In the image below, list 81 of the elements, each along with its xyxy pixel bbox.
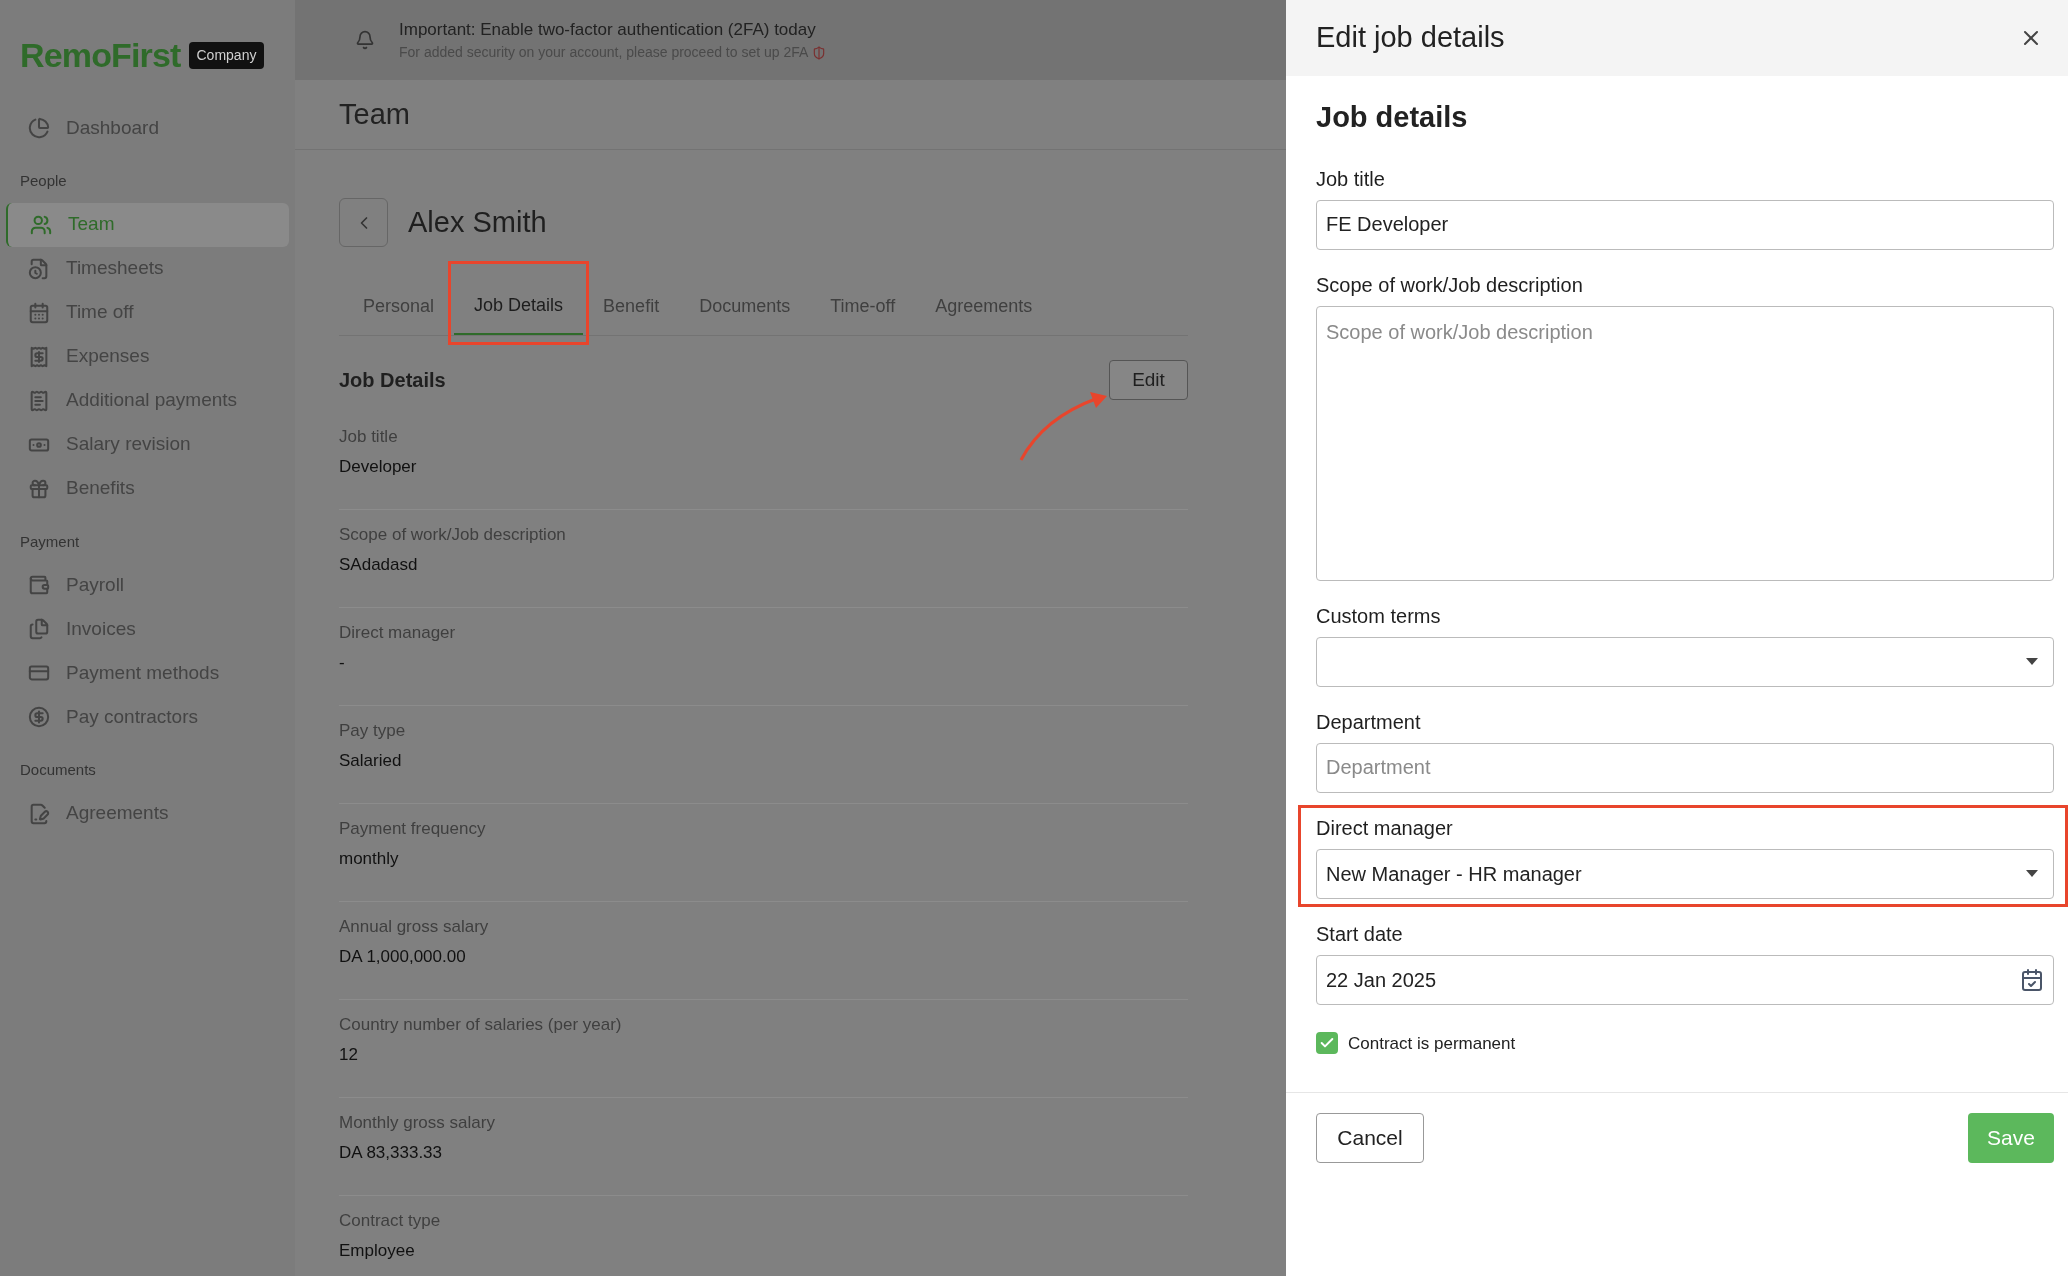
tab[interactable]: Job Details (454, 277, 584, 335)
field-label: Custom terms (1316, 603, 1442, 629)
section-title: Job Details (339, 368, 446, 393)
bell-icon (355, 30, 375, 50)
field-label: Payment frequency (339, 818, 487, 840)
field-value: Employee (339, 1239, 416, 1262)
tab[interactable]: Agreements (915, 277, 1053, 335)
sidebar-item[interactable]: Salary revision (6, 422, 289, 467)
receipt-icon (28, 345, 50, 368)
field-label: Direct manager (339, 622, 457, 644)
field-value: Developer (339, 455, 418, 478)
person-name: Alex Smith (408, 204, 547, 240)
section-heading: Documents (19, 760, 97, 780)
sidebar-item[interactable]: Benefits (6, 466, 289, 511)
field-label: Job title (1316, 166, 1386, 192)
calendar-icon (28, 301, 50, 324)
field-label: Monthly gross salary (339, 1112, 496, 1134)
field-value: DA 1,000,000.00 (339, 945, 467, 968)
dropdown-field[interactable] (1316, 636, 2054, 687)
dollar-coin-icon (28, 706, 50, 728)
sidebar-item[interactable]: Time off (6, 290, 289, 335)
caret-icon (2026, 658, 2038, 665)
document-clock-icon (28, 257, 50, 280)
document-pen-icon (28, 802, 50, 825)
field-label: Annual gross salary (339, 916, 490, 938)
field-label: Direct manager (1316, 815, 1454, 841)
company-badge: Company (188, 41, 265, 69)
save-button[interactable]: Save (1968, 1113, 2054, 1163)
sidebar-item[interactable]: Payroll (6, 563, 289, 607)
sidebar-item[interactable]: Additional payments (6, 378, 289, 423)
tab[interactable]: Benefit (583, 277, 680, 335)
text-field[interactable]: Department (1316, 742, 2054, 793)
sidebar-item[interactable]: Team (6, 202, 289, 247)
sidebar-item[interactable]: Invoices (6, 607, 289, 651)
sidebar-item[interactable]: Agreements (6, 791, 289, 836)
dropdown-field[interactable]: New Manager - HR manager (1316, 848, 2054, 899)
field-label: Job title (339, 426, 399, 448)
panel-title: Edit job details (1316, 20, 1505, 56)
logo: RemoFirst (20, 34, 181, 76)
caret-icon (2026, 870, 2038, 877)
receipt-icon (28, 389, 50, 412)
field-label: Scope of work/Job description (1316, 272, 1584, 298)
field-value: monthly (339, 847, 400, 870)
tab[interactable]: Documents (679, 277, 811, 335)
section-heading: People (19, 171, 68, 191)
cancel-button[interactable]: Cancel (1316, 1113, 1424, 1163)
page-title: Team (339, 96, 410, 132)
people-icon (30, 213, 52, 236)
description-field[interactable]: Scope of work/Job description (1316, 305, 2054, 581)
field-value: DA 83,333.33 (339, 1141, 444, 1164)
sidebar-item[interactable]: Pay contractors (6, 695, 289, 739)
sidebar-item[interactable]: Timesheets (6, 246, 289, 291)
shield-icon (812, 45, 827, 60)
field-label: Pay type (339, 720, 407, 742)
checkbox[interactable] (1316, 1032, 1338, 1055)
documents-icon (28, 618, 50, 640)
field-value: SAdadasd (339, 553, 419, 576)
field-label: Contract type (339, 1210, 442, 1232)
section-heading: Payment (19, 531, 81, 552)
form-heading: Job details (1316, 100, 1469, 135)
gift-icon (28, 477, 50, 500)
checkbox-label: Contract is permanent (1348, 1032, 1516, 1055)
field-label: Scope of work/Job description (339, 524, 567, 546)
back-button[interactable] (339, 198, 388, 247)
sidebar-item[interactable]: Dashboard (6, 106, 289, 150)
field-value: Salaried (339, 749, 403, 772)
field-label: Department (1316, 709, 1422, 735)
banner-title: Important: Enable two-factor authentication (2FA) today (399, 18, 817, 41)
sidebar-item[interactable]: Expenses (6, 334, 289, 379)
sidebar-item[interactable]: Payment methods (6, 651, 289, 695)
field-value: - (339, 651, 346, 674)
tab[interactable]: Personal (343, 277, 455, 335)
text-field[interactable]: FE Developer (1316, 199, 2054, 250)
field-value: 12 (339, 1043, 359, 1066)
edit-button[interactable]: Edit (1109, 360, 1188, 400)
tab[interactable]: Time-off (810, 277, 916, 335)
field-label: Start date (1316, 921, 1404, 947)
calendar-icon (2020, 967, 2044, 992)
date-field[interactable]: 22 Jan 2025 (1316, 954, 2054, 1005)
pie-chart-icon (28, 117, 50, 139)
field-label: Country number of salaries (per year) (339, 1014, 623, 1036)
